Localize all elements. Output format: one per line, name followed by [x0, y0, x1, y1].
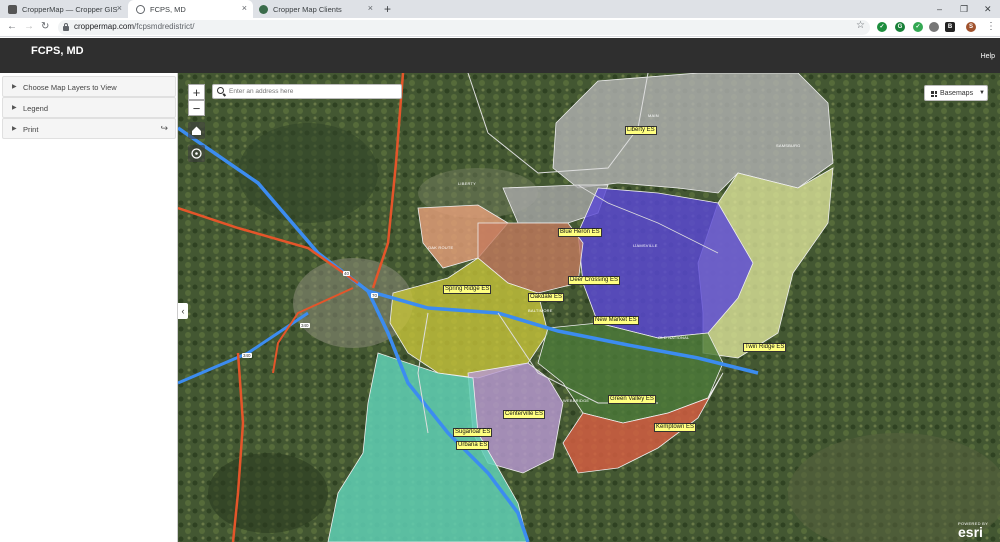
- school-label-kemptown[interactable]: Kemptown ES: [654, 423, 697, 432]
- caret-right-icon: ▶: [12, 84, 17, 90]
- tab-title: FCPS, MD: [150, 4, 186, 14]
- search-icon: [217, 87, 224, 94]
- caret-right-icon: ▶: [12, 126, 17, 132]
- map-canvas[interactable]: [178, 73, 1000, 542]
- accordion-legend[interactable]: ▶ Legend: [2, 97, 176, 118]
- accordion-label: Print: [23, 125, 39, 134]
- browser-tab-fcps[interactable]: FCPS, MD ×: [128, 0, 253, 18]
- school-label-spring-ridge[interactable]: Spring Ridge ES: [443, 285, 492, 294]
- lock-icon: [63, 23, 69, 31]
- home-button[interactable]: [188, 122, 205, 139]
- browser-tab-bar: CropperMap — Cropper GIS × FCPS, MD × Cr…: [0, 0, 1000, 18]
- address-bar[interactable]: croppermap.com/fcpsmdredistrict/ ☆: [58, 20, 870, 35]
- close-tab-icon[interactable]: ×: [117, 4, 122, 13]
- accordion-label: Legend: [23, 104, 49, 113]
- accordion-print[interactable]: ▶ Print ↪: [2, 118, 176, 139]
- caret-down-icon: ▼: [979, 90, 985, 96]
- road-label: BALTIMORE: [528, 308, 553, 313]
- school-label-sugarloaf[interactable]: Sugarloaf ES: [453, 428, 493, 437]
- help-link[interactable]: Help: [981, 53, 995, 60]
- new-tab-button[interactable]: +: [384, 2, 391, 16]
- route-shield: 40: [343, 271, 351, 276]
- browser-toolbar: ← → ↻ croppermap.com/fcpsmdredistrict/ ☆…: [0, 18, 1000, 37]
- route-shield: 70: [371, 293, 379, 298]
- school-label-urbana[interactable]: Urbana ES: [456, 441, 490, 450]
- home-icon: [192, 126, 201, 135]
- liberty-es-district[interactable]: [552, 73, 834, 194]
- grid-icon: [931, 91, 937, 97]
- road-label: IJAMSVILLE: [633, 243, 658, 248]
- close-window-button[interactable]: ✕: [984, 2, 992, 16]
- road-label: WEBBRIDGE: [563, 398, 590, 403]
- road-label: MAIN: [648, 113, 659, 118]
- tab-title: Cropper Map Clients: [273, 4, 342, 14]
- profile-avatar[interactable]: S: [966, 22, 976, 32]
- caret-right-icon: ▶: [12, 105, 17, 111]
- globe-favicon-icon: [136, 5, 145, 14]
- school-label-blue-heron[interactable]: Blue Heron ES: [558, 228, 602, 237]
- bookmark-star-icon[interactable]: ☆: [856, 20, 865, 31]
- route-shield: 340: [300, 323, 310, 328]
- school-label-liberty[interactable]: Liberty ES: [625, 126, 657, 135]
- forest-area: [208, 453, 328, 533]
- zoom-out-button[interactable]: −: [188, 100, 205, 116]
- road-label: SAMSBURG: [776, 143, 801, 148]
- locate-button[interactable]: [188, 145, 205, 162]
- restore-window-button[interactable]: ❐: [960, 2, 968, 16]
- map-view[interactable]: Liberty ES Blue Heron ES Spring Ridge ES…: [178, 73, 1000, 542]
- basemaps-button[interactable]: Basemaps ▼: [924, 85, 988, 101]
- esri-logo: esri: [958, 524, 983, 540]
- esri-attribution: POWERED BY esri: [958, 521, 988, 540]
- browser-tab-clients[interactable]: Cropper Map Clients ×: [251, 0, 379, 18]
- minimize-window-button[interactable]: –: [937, 2, 942, 16]
- circle-extension-icon[interactable]: [929, 22, 939, 32]
- zoom-in-button[interactable]: +: [188, 84, 205, 100]
- share-arrow-icon[interactable]: ↪: [160, 123, 168, 134]
- page-title: FCPS, MD: [31, 45, 84, 57]
- accordion-label: Choose Map Layers to View: [23, 83, 117, 92]
- grammarly-extension-icon[interactable]: G: [895, 22, 905, 32]
- school-label-twin-ridge[interactable]: Twin Ridge ES: [743, 343, 787, 352]
- school-label-oakdale[interactable]: Oakdale ES: [528, 293, 565, 302]
- road-label: LIBERTY: [458, 181, 476, 186]
- url-text: croppermap.com/fcpsmdredistrict/: [74, 22, 195, 31]
- close-tab-icon[interactable]: ×: [368, 4, 373, 13]
- side-panel: ▶ Choose Map Layers to View ▶ Legend ▶ P…: [0, 73, 178, 542]
- accordion-map-layers[interactable]: ▶ Choose Map Layers to View: [2, 76, 176, 97]
- locate-icon: [191, 148, 202, 159]
- forest-area: [238, 123, 378, 223]
- b-extension-icon[interactable]: B: [945, 22, 955, 32]
- forward-button[interactable]: →: [24, 20, 34, 34]
- basemaps-label: Basemaps: [940, 90, 974, 97]
- browser-menu-icon[interactable]: ⋮: [986, 21, 996, 33]
- collapse-panel-button[interactable]: ‹: [178, 303, 188, 319]
- tab-title: CropperMap — Cropper GIS: [22, 4, 118, 14]
- globe-favicon-icon: [259, 5, 268, 14]
- road-label: OLD NATIONAL: [658, 335, 690, 340]
- school-label-deer-crossing[interactable]: Deer Crossing ES: [568, 276, 621, 285]
- shield-extension-icon[interactable]: ✓: [913, 22, 923, 32]
- school-label-centerville[interactable]: Centerville ES: [503, 410, 546, 419]
- address-search-box[interactable]: [212, 84, 402, 99]
- checkmark-extension-icon[interactable]: ✓: [877, 22, 887, 32]
- address-search-input[interactable]: [229, 86, 399, 97]
- road-label: OAK ROUTE: [428, 245, 454, 250]
- back-button[interactable]: ←: [7, 20, 17, 34]
- close-tab-icon[interactable]: ×: [242, 4, 247, 13]
- route-shield: 340: [242, 353, 252, 358]
- app-header: FCPS, MD Help: [0, 38, 1000, 73]
- school-label-green-valley[interactable]: Green Valley ES: [608, 395, 656, 404]
- school-label-new-market[interactable]: New Market ES: [593, 316, 639, 325]
- browser-tab-croppermap[interactable]: CropperMap — Cropper GIS ×: [0, 0, 128, 18]
- reload-button[interactable]: ↻: [41, 20, 49, 34]
- cube-favicon-icon: [8, 5, 17, 14]
